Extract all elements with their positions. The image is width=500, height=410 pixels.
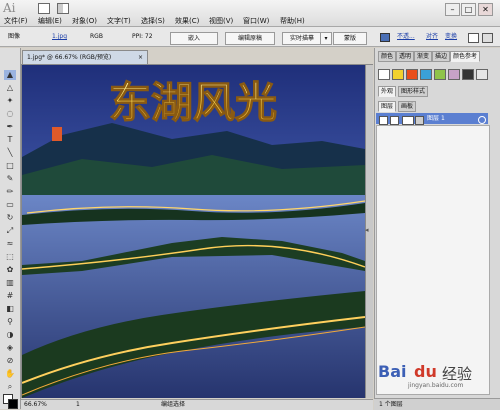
maximize-button[interactable]: □ <box>461 3 476 16</box>
tab-appearance[interactable]: 外观 <box>378 86 397 97</box>
menu-view[interactable]: 视图(V) <box>209 17 233 26</box>
selection-tool-icon[interactable]: ▲ <box>4 70 16 80</box>
swatch-5[interactable] <box>434 69 446 80</box>
menu-file[interactable]: 文件(F) <box>4 17 28 26</box>
menu-effect[interactable]: 效果(C) <box>175 17 199 26</box>
layers-count: 1 个图层 <box>379 401 403 408</box>
blend-tool-icon[interactable]: ◑ <box>4 330 16 340</box>
eraser-tool-icon[interactable]: ▭ <box>4 200 16 210</box>
lasso-tool-icon[interactable]: ◌ <box>4 109 16 119</box>
close-button[interactable]: ✕ <box>478 3 493 16</box>
tab-stroke[interactable]: 描边 <box>432 51 451 62</box>
magic-wand-tool-icon[interactable]: ✦ <box>4 96 16 106</box>
watermark-paw: du <box>414 362 437 381</box>
lock-icon[interactable] <box>390 116 399 125</box>
type-tool-icon[interactable]: T <box>4 135 16 145</box>
menu-type[interactable]: 文字(T) <box>107 17 131 26</box>
menu-select[interactable]: 选择(S) <box>141 17 165 26</box>
tab-color[interactable]: 颜色 <box>378 51 397 62</box>
filename-link[interactable]: 1.jpg <box>52 33 67 41</box>
tab-transparency[interactable]: 透明 <box>396 51 415 62</box>
watermark-sub: 经验 <box>442 365 473 383</box>
app-logo: Ai <box>3 1 16 15</box>
tab-graphic-styles[interactable]: 图形样式 <box>398 86 429 97</box>
gradient-tool-icon[interactable]: ◧ <box>4 304 16 314</box>
expand-arrow-icon[interactable] <box>402 116 414 125</box>
artwork-title: 东湖风光 <box>109 78 277 127</box>
swatch-6[interactable] <box>448 69 460 80</box>
control-bar: 图像 1.jpg RGB PPI: 72 嵌入 编辑原稿 实时描摹 ▾ 蒙版 不… <box>0 27 500 47</box>
menu-bar: Ai 文件(F) 编辑(E) 对象(O) 文字(T) 选择(S) 效果(C) 视… <box>0 0 500 27</box>
direct-selection-tool-icon[interactable]: △ <box>4 83 16 93</box>
toolbox: ▲ △ ✦ ◌ ✒ T ╲ □ ✎ ✏ ▭ ↻ ⤢ ≈ ⬚ ✿ ▥ # ◧ ⚲ … <box>0 48 21 409</box>
layer-name[interactable]: 图层 1 <box>427 113 445 124</box>
layer-target-icon[interactable] <box>478 116 486 124</box>
swatch-8[interactable] <box>476 69 488 80</box>
scroll-arrow-icon[interactable]: ◂ <box>365 226 373 238</box>
layers-footer: 1 个图层 <box>374 398 500 410</box>
layer-thumbnail <box>415 116 424 125</box>
watermark: Bai du 经验 jingyan.baidu.com <box>378 362 496 390</box>
swatch-2[interactable] <box>392 69 404 80</box>
visibility-eye-icon[interactable] <box>379 116 388 125</box>
placed-image[interactable]: 东湖风光 <box>22 65 365 398</box>
mesh-tool-icon[interactable]: # <box>4 291 16 301</box>
menu-window[interactable]: 窗口(W) <box>243 17 269 26</box>
transform-link[interactable]: 变换 <box>445 33 457 41</box>
isolate-icon[interactable] <box>468 33 479 43</box>
tab-gradient[interactable]: 渐变 <box>414 51 433 62</box>
swatch-3[interactable] <box>406 69 418 80</box>
free-transform-tool-icon[interactable]: ⬚ <box>4 252 16 262</box>
zoom-tool-icon[interactable]: ⌕ <box>4 382 16 392</box>
live-paint-tool-icon[interactable]: ◈ <box>4 343 16 353</box>
pencil-tool-icon[interactable]: ✏ <box>4 187 16 197</box>
swatch-1[interactable] <box>378 69 390 80</box>
tab-artboards[interactable]: 画板 <box>398 101 417 112</box>
document-tab-title: 1.jpg* @ 66.67% (RGB/预览) <box>27 54 112 61</box>
paintbrush-tool-icon[interactable]: ✎ <box>4 174 16 184</box>
status-bar: 66.67% 1 编组选择 <box>21 399 373 410</box>
scale-tool-icon[interactable]: ⤢ <box>4 226 16 236</box>
menu-object[interactable]: 对象(O) <box>72 17 97 26</box>
color-mode-label: RGB <box>90 33 103 40</box>
symbol-sprayer-tool-icon[interactable]: ✿ <box>4 265 16 275</box>
document-tab[interactable]: 1.jpg* @ 66.67% (RGB/预览) × <box>22 50 148 64</box>
slice-tool-icon[interactable]: ⊘ <box>4 356 16 366</box>
pen-tool-icon[interactable]: ✒ <box>4 122 16 132</box>
menu-help[interactable]: 帮助(H) <box>280 17 305 26</box>
line-tool-icon[interactable]: ╲ <box>4 148 16 158</box>
stroke-swatch[interactable] <box>8 399 18 409</box>
menu-edit[interactable]: 编辑(E) <box>38 17 62 26</box>
bridge-icon[interactable] <box>38 3 50 14</box>
recolor-icon[interactable] <box>380 33 390 42</box>
tab-layers[interactable]: 图层 <box>378 101 397 112</box>
trace-options-dropdown[interactable]: ▾ <box>320 32 332 45</box>
watermark-url: jingyan.baidu.com <box>408 382 464 389</box>
arrange-documents-icon[interactable] <box>57 3 69 14</box>
warp-tool-icon[interactable]: ≈ <box>4 239 16 249</box>
edit-original-button[interactable]: 编辑原稿 <box>225 32 275 45</box>
embed-button[interactable]: 嵌入 <box>170 32 218 45</box>
mask-button[interactable]: 蒙版 <box>333 32 367 45</box>
minimize-button[interactable]: – <box>445 3 460 16</box>
align-link[interactable]: 对齐 <box>426 33 438 41</box>
live-trace-button[interactable]: 实时描摹 <box>282 32 322 45</box>
watermark-brand: Bai <box>378 362 407 381</box>
rotate-tool-icon[interactable]: ↻ <box>4 213 16 223</box>
panel-menu-icon[interactable] <box>482 33 493 43</box>
transparency-link[interactable]: 不透... <box>397 33 415 41</box>
object-type-label: 图像 <box>8 33 21 40</box>
column-graph-tool-icon[interactable]: ▥ <box>4 278 16 288</box>
hand-tool-icon[interactable]: ✋ <box>4 369 16 379</box>
ppi-label: PPI: 72 <box>132 33 153 40</box>
layers-list <box>376 125 490 395</box>
swatch-4[interactable] <box>420 69 432 80</box>
swatch-7[interactable] <box>462 69 474 80</box>
document-close-icon[interactable]: × <box>138 51 143 64</box>
tab-color-guide[interactable]: 颜色参考 <box>450 51 481 62</box>
eyedropper-tool-icon[interactable]: ⚲ <box>4 317 16 327</box>
rectangle-tool-icon[interactable]: □ <box>4 161 16 171</box>
